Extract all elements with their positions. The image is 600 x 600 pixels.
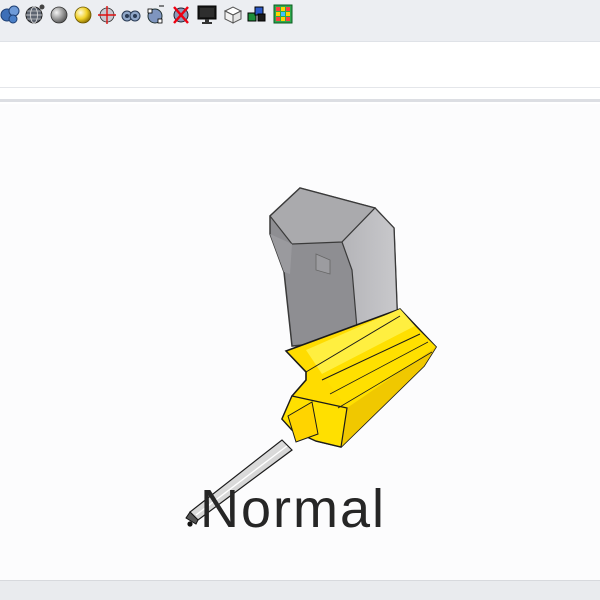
crosshair-sphere-icon[interactable]	[96, 3, 118, 25]
binocular-sphere-icon[interactable]	[120, 3, 142, 25]
wireframe-sphere-icon[interactable]	[24, 3, 46, 25]
color-grid-icon[interactable]	[272, 3, 294, 25]
panel-divider	[0, 88, 600, 102]
multi-sphere-icon[interactable]	[0, 3, 22, 25]
mode-label: Normal	[200, 479, 387, 539]
tip-point	[187, 521, 193, 527]
rendered-sphere-icon[interactable]	[72, 3, 94, 25]
toolbar	[0, 0, 600, 42]
select-sphere-icon[interactable]	[144, 3, 166, 25]
box-wireframe-icon[interactable]	[222, 3, 244, 25]
shaded-sphere-icon[interactable]	[48, 3, 70, 25]
app-window: Normal	[0, 0, 600, 600]
command-area	[0, 42, 600, 88]
status-bar	[0, 580, 600, 600]
monitor-icon[interactable]	[196, 3, 218, 25]
delete-sphere-icon[interactable]	[170, 3, 192, 25]
viewport[interactable]: Normal	[0, 104, 600, 580]
colored-cubes-icon[interactable]	[246, 3, 268, 25]
